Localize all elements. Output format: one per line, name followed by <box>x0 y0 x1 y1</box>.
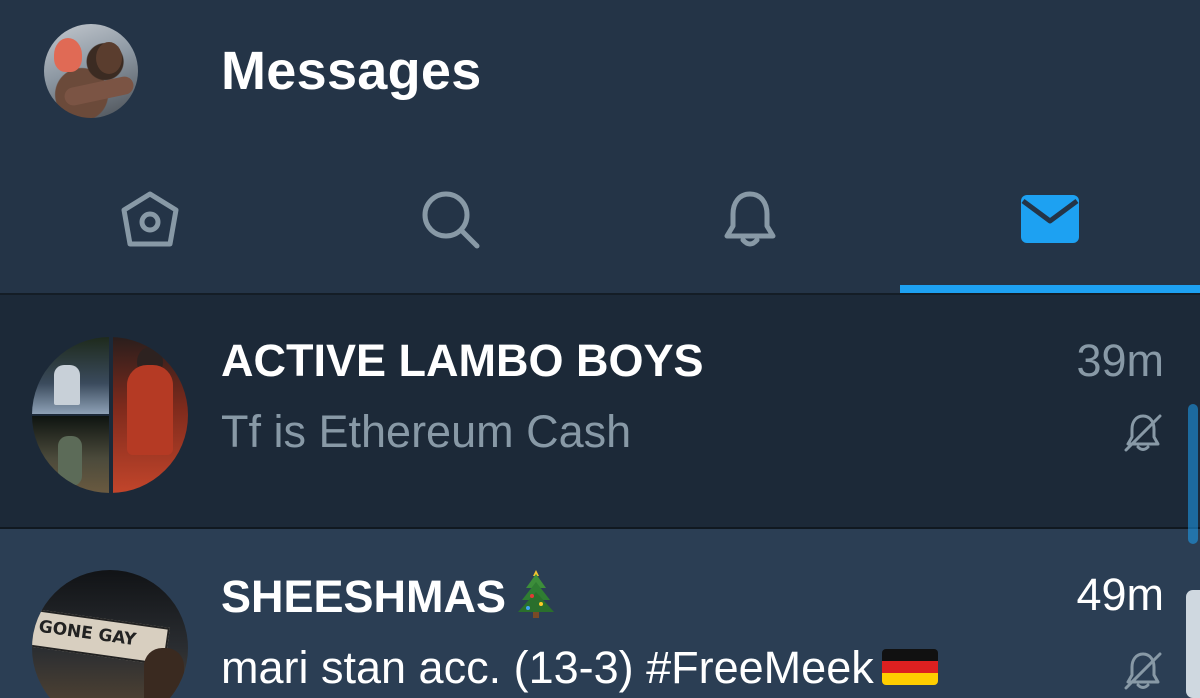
christmas-tree-emoji <box>518 570 555 618</box>
conversation-name: ACTIVE LAMBO BOYS <box>221 335 704 386</box>
conversation-time: 49m <box>1076 569 1164 620</box>
tab-search[interactable] <box>300 145 600 293</box>
envelope-icon <box>1021 195 1079 243</box>
avatar-figure <box>58 436 82 486</box>
tab-notifications[interactable] <box>600 145 900 293</box>
avatar-figure <box>127 365 173 455</box>
page-title: Messages <box>221 41 482 101</box>
active-tab-indicator <box>900 285 1200 293</box>
avatar-figure <box>54 365 80 405</box>
home-icon <box>121 191 179 247</box>
conversation-name: SHEESHMAS <box>221 568 556 624</box>
bell-muted-icon <box>1124 414 1162 452</box>
avatar-arms <box>62 74 136 108</box>
conversation-preview-text: mari stan acc. (13-3) #FreeMeek <box>221 642 874 693</box>
group-avatar <box>32 337 188 493</box>
tab-bar <box>0 145 1200 293</box>
search-icon <box>422 191 480 249</box>
edge-handle[interactable] <box>1186 590 1200 698</box>
profile-avatar[interactable] <box>44 24 138 118</box>
avatar-figure <box>144 648 184 698</box>
avatar-tile <box>32 416 109 493</box>
conversation-time: 39m <box>1076 335 1164 386</box>
top-bar: Messages <box>0 0 1200 145</box>
avatar-hair <box>54 38 82 72</box>
avatar-tile <box>113 337 188 493</box>
bell-muted-icon <box>1124 652 1162 690</box>
conversation-row[interactable]: GONE GAY SHEESHMAS mari stan acc. (13-3)… <box>0 529 1200 698</box>
germany-flag-emoji <box>881 649 938 685</box>
conversation-avatar: GONE GAY <box>32 570 188 698</box>
conversation-preview: mari stan acc. (13-3) #FreeMeek <box>221 641 938 695</box>
conversation-preview: Tf is Ethereum Cash <box>221 406 632 457</box>
tab-messages[interactable] <box>900 145 1200 293</box>
scrollbar[interactable] <box>1188 404 1198 544</box>
conversation-list: ACTIVE LAMBO BOYS Tf is Ethereum Cash 39… <box>0 295 1200 698</box>
avatar-face <box>96 42 122 74</box>
bell-icon <box>724 191 776 247</box>
conversation-name-text: SHEESHMAS <box>221 571 507 622</box>
conversation-row[interactable]: ACTIVE LAMBO BOYS Tf is Ethereum Cash 39… <box>0 295 1200 529</box>
tab-home[interactable] <box>0 145 300 293</box>
avatar-tile <box>32 337 109 414</box>
messages-screen: Messages ACTIVE LAMBO BOYS Tf is Ethereu… <box>0 0 1200 698</box>
